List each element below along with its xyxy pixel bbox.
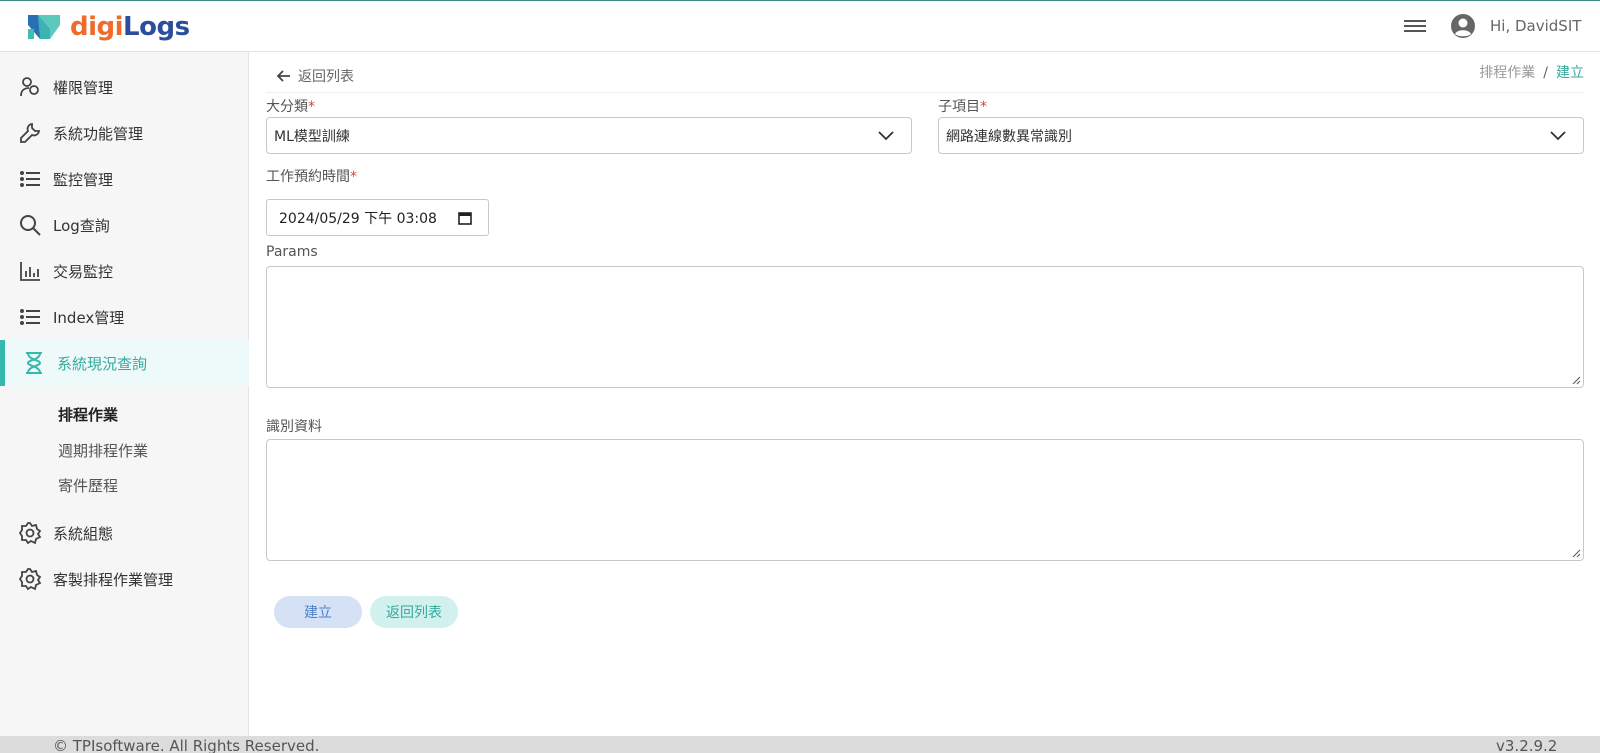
sidebar-item-label: 監控管理 <box>53 170 114 189</box>
breadcrumb-current: 建立 <box>1556 65 1584 81</box>
user-greeting: Hi, DavidSIT <box>1490 17 1582 35</box>
sidebar: 權限管理 系統功能管理 監控管理 Log查詢 交易監控 Index管理 系統現況… <box>0 52 249 736</box>
sidebar-subitem-periodic-schedule[interactable]: 週期排程作業 <box>58 440 148 461</box>
logo-mark-icon <box>28 15 60 39</box>
schedule-time-label: 工作預約時間* <box>266 169 357 185</box>
top-bar: digiLogs Hi, DavidSIT <box>0 0 1600 52</box>
chevron-down-icon <box>878 131 894 141</box>
user-avatar-icon <box>1451 14 1475 38</box>
back-to-list-link[interactable]: 返回列表 <box>276 66 354 86</box>
list-icon <box>17 304 43 330</box>
version-text: v3.2.9.2 <box>1496 737 1558 753</box>
footer: © TPIsoftware. All Rights Reserved. v3.2… <box>0 736 1600 753</box>
breadcrumb-parent[interactable]: 排程作業 <box>1479 65 1535 81</box>
user-menu[interactable]: Hi, DavidSIT <box>1450 13 1581 39</box>
wrench-icon <box>17 120 43 146</box>
schedule-datetime-value: 2024/05/29 下午 03:08 <box>279 210 437 227</box>
sidebar-item-system-config[interactable]: 系統組態 <box>0 510 249 556</box>
menu-toggle-icon[interactable] <box>1404 17 1426 37</box>
users-icon <box>17 74 43 100</box>
breadcrumb-separator: / <box>1543 65 1548 81</box>
subitem-label: 子項目* <box>938 99 987 115</box>
hourglass-icon <box>21 350 47 376</box>
search-icon <box>17 212 43 238</box>
main-content: 返回列表 排程作業 / 建立 大分類* ML模型訓練 子項目* 網路連線數異常識別 … <box>250 52 1600 736</box>
identification-label: 識別資料 <box>266 419 322 435</box>
sidebar-item-monitoring[interactable]: 監控管理 <box>0 156 249 202</box>
sidebar-item-label: 權限管理 <box>53 78 114 97</box>
calendar-icon[interactable] <box>458 211 472 225</box>
sidebar-item-log-query[interactable]: Log查詢 <box>0 202 249 248</box>
breadcrumb: 排程作業 / 建立 <box>1479 62 1584 82</box>
sidebar-item-custom-schedule[interactable]: 客製排程作業管理 <box>0 556 249 602</box>
create-button[interactable]: 建立 <box>274 596 362 628</box>
list-icon <box>17 166 43 192</box>
arrow-left-icon <box>276 70 290 82</box>
sidebar-item-label: 系統功能管理 <box>53 124 144 143</box>
sidebar-item-index[interactable]: Index管理 <box>0 294 249 340</box>
header-divider <box>266 92 1584 93</box>
category-label: 大分類* <box>266 99 315 115</box>
resize-grip-icon[interactable] <box>1572 376 1581 385</box>
sidebar-subitem-schedule-jobs[interactable]: 排程作業 <box>58 404 118 425</box>
sidebar-item-label: 交易監控 <box>53 262 114 281</box>
required-mark: * <box>980 99 987 115</box>
back-link-label: 返回列表 <box>298 69 354 85</box>
schedule-datetime-input[interactable]: 2024/05/29 下午 03:08 <box>266 199 489 236</box>
sidebar-item-label: 客製排程作業管理 <box>53 570 174 589</box>
sidebar-item-label: Index管理 <box>53 308 125 327</box>
back-to-list-button[interactable]: 返回列表 <box>370 596 458 628</box>
gear-icon <box>17 520 43 546</box>
copyright-text: © TPIsoftware. All Rights Reserved. <box>53 737 320 753</box>
required-mark: * <box>308 99 315 115</box>
sidebar-subitem-mail-history[interactable]: 寄件歷程 <box>58 475 118 496</box>
sidebar-item-system-status[interactable]: 系統現況查詢 <box>0 340 249 386</box>
subitem-select[interactable]: 網路連線數異常識別 <box>938 117 1584 154</box>
logo-text: digiLogs <box>70 12 190 42</box>
sidebar-item-permissions[interactable]: 權限管理 <box>0 64 249 110</box>
subitem-selected-value: 網路連線數異常識別 <box>946 128 1072 145</box>
params-textarea[interactable] <box>266 266 1584 388</box>
sidebar-item-transaction-monitoring[interactable]: 交易監控 <box>0 248 249 294</box>
sidebar-item-system-functions[interactable]: 系統功能管理 <box>0 110 249 156</box>
sidebar-item-label: 系統現況查詢 <box>57 354 148 373</box>
category-selected-value: ML模型訓練 <box>274 128 350 145</box>
identification-textarea[interactable] <box>266 439 1584 561</box>
app-logo[interactable]: digiLogs <box>24 10 190 44</box>
sidebar-item-label: Log查詢 <box>53 216 110 235</box>
chevron-down-icon <box>1550 131 1566 141</box>
bar-chart-icon <box>17 258 43 284</box>
category-select[interactable]: ML模型訓練 <box>266 117 912 154</box>
params-label: Params <box>266 244 318 260</box>
sidebar-item-label: 系統組態 <box>53 524 114 543</box>
gear-icon <box>17 566 43 592</box>
required-mark: * <box>350 169 357 185</box>
resize-grip-icon[interactable] <box>1572 549 1581 558</box>
